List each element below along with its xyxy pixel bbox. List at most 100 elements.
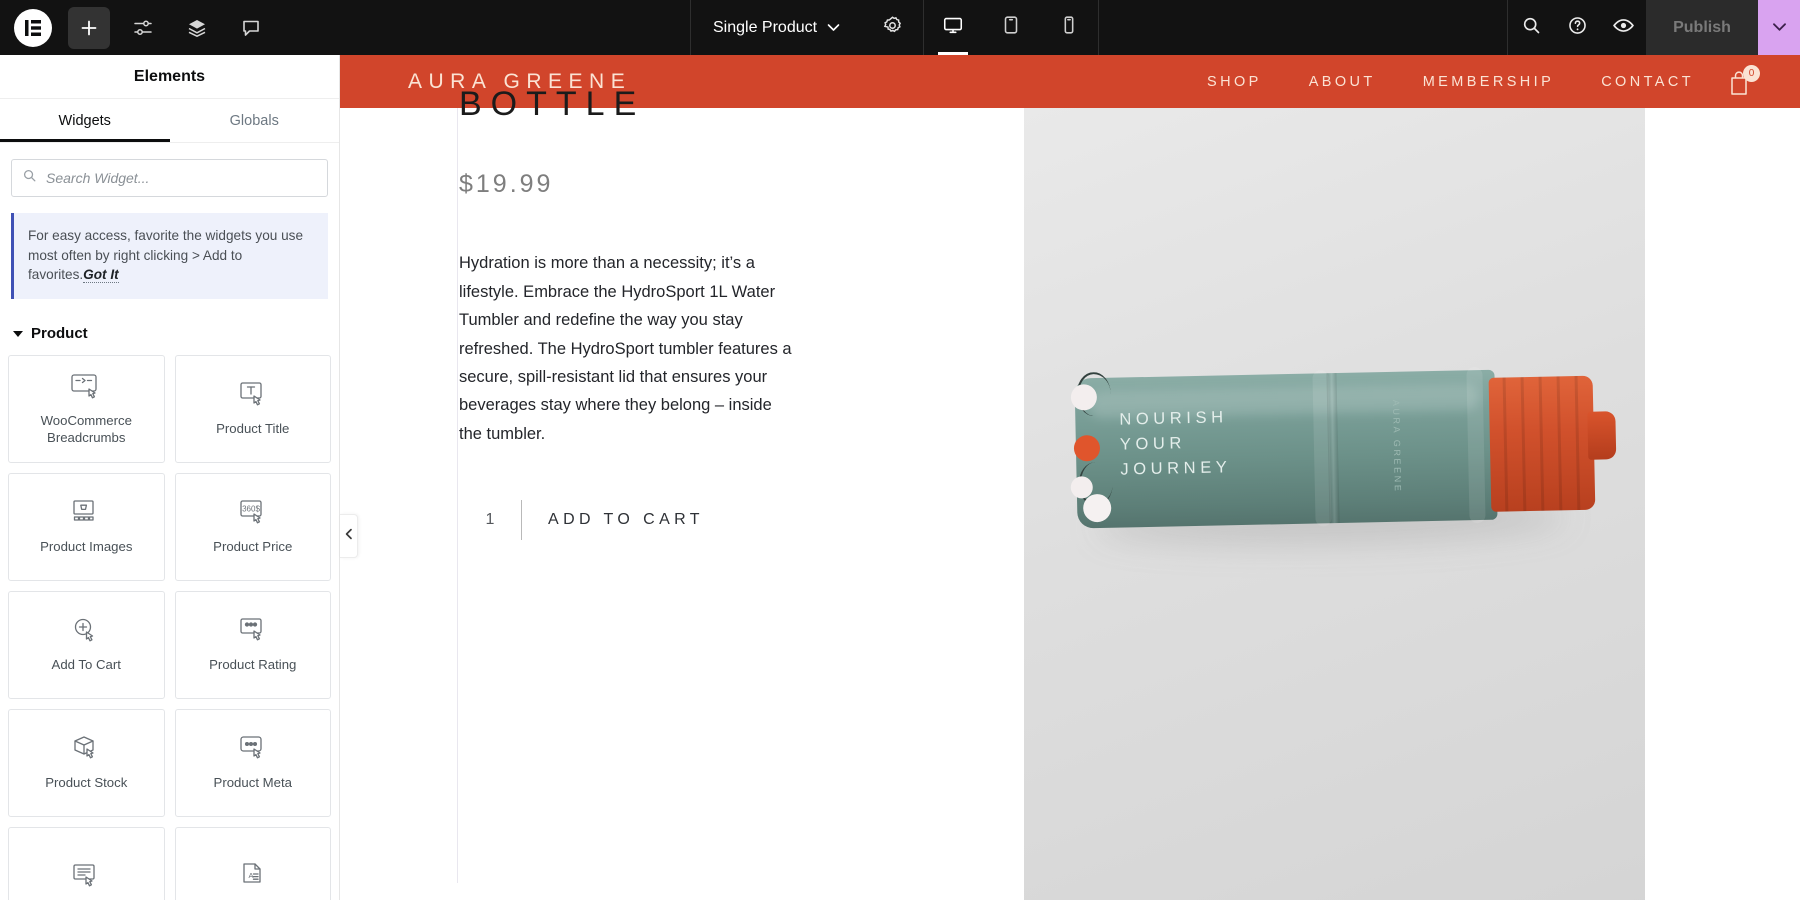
chevron-down-icon [1772,19,1787,37]
widget-grid: WooCommerce Breadcrumbs Product Title Pr… [8,355,331,900]
tablet-icon [1000,14,1022,41]
panel-tabs: Widgets Globals [0,99,339,143]
gear-icon [882,15,903,41]
sliders-icon[interactable] [122,7,164,49]
widget-card-label: Product Price [213,539,293,555]
device-mobile-button[interactable] [1040,0,1098,55]
widget-category-label: Product [31,325,88,343]
product-bottle-image: NOURISH YOUR JOURNEY AURA GREENE [1070,366,1617,549]
bottle-slogan-line-2: YOUR [1119,434,1187,454]
publish-button[interactable]: Publish [1646,0,1758,55]
nav-link-contact[interactable]: CONTACT [1601,74,1694,90]
bottle-cap-rib [1556,376,1563,511]
quantity-input[interactable]: 1 [459,511,521,529]
product-stock-widget-icon [69,734,103,764]
tab-globals[interactable]: Globals [170,99,340,142]
tab-widgets[interactable]: Widgets [0,99,170,142]
add-element-button[interactable] [68,6,110,49]
panel-header: Elements [0,55,339,99]
layers-icon[interactable] [176,7,218,49]
breadcrumbs-widget-icon [69,372,103,402]
device-tablet-button[interactable] [982,0,1040,55]
search-widget-box[interactable] [11,159,328,197]
widget-card-product-rating[interactable]: Product Rating [174,591,331,700]
bottle-dot-orange [1073,434,1101,462]
tab-widgets-label: Widgets [58,112,111,129]
bottle-slogan: NOURISH YOUR JOURNEY [1119,405,1232,483]
widget-card-woocommerce-breadcrumbs[interactable]: WooCommerce Breadcrumbs [8,355,165,464]
svg-text:A: A [248,871,253,880]
widget-card-product-meta[interactable]: Product Meta [174,709,331,818]
nav-link-membership[interactable]: MEMBERSHIP [1423,74,1555,90]
bottle-body: NOURISH YOUR JOURNEY AURA GREENE [1070,366,1498,529]
finder-search-button[interactable] [1508,0,1554,55]
editor-canvas: AURA GREENE SHOP ABOUT MEMBERSHIP CONTAC… [340,55,1800,900]
document-type-selector[interactable]: Single Product [691,0,862,55]
shopping-bag-icon [1726,71,1752,101]
nav-link-shop[interactable]: SHOP [1207,74,1262,90]
product-image-panel[interactable]: NOURISH YOUR JOURNEY AURA GREENE [1024,108,1645,900]
caret-down-icon [13,330,23,337]
bottle-slogan-line-3: JOURNEY [1120,458,1232,479]
chevron-down-icon [827,19,840,37]
widget-card-label: Product Rating [209,657,297,673]
document-type-label: Single Product [713,18,818,36]
widget-card-label: Add To Cart [51,657,121,673]
add-to-cart-row: 1 ADD TO CART [459,500,875,541]
panel-collapse-button[interactable] [340,514,358,558]
bottle-brand-text: AURA GREENE [1391,399,1403,494]
bottle-cap-rib [1574,375,1581,511]
widget-card-label: Product Stock [45,775,128,791]
elements-panel: Elements Widgets Globals For easy access… [0,55,340,900]
device-mode-group [924,0,1098,55]
widget-category-product[interactable]: Product [0,325,339,342]
cart-button[interactable]: 0 [1726,65,1760,101]
help-button[interactable] [1554,0,1600,55]
product-title-widget-icon [236,380,270,410]
toolbar-left-group [0,0,278,55]
bottle-cap-rib [1538,376,1545,511]
product-rating-widget-icon [236,616,270,646]
widget-card-label: Product Images [40,539,133,555]
search-row [0,143,339,197]
panel-title: Elements [133,67,206,85]
widget-card-short-description[interactable] [8,827,165,900]
mobile-icon [1058,14,1080,41]
product-price: $19.99 [459,170,554,199]
widget-card-product-price[interactable]: 360$ Product Price [174,473,331,582]
widget-card-product-images[interactable]: Product Images [8,473,165,582]
widget-card-product-stock[interactable]: Product Stock [8,709,165,818]
bottle-cap-rib [1520,377,1527,512]
svg-text:360$: 360$ [242,505,260,514]
eye-icon [1612,14,1635,42]
add-to-cart-button[interactable]: ADD TO CART [548,501,704,539]
preview-changes-button[interactable] [1600,0,1646,55]
add-to-cart-widget-icon [69,616,103,646]
widget-card-product-content[interactable]: A [174,827,331,900]
favorites-notice: For easy access, favorite the widgets yo… [11,213,328,300]
product-details-column: BOTTLE $19.99 Hydration is more than a n… [457,85,875,883]
product-title: BOTTLE [459,85,646,123]
device-desktop-button[interactable] [924,0,982,55]
page-settings-button[interactable] [862,0,923,55]
widget-card-product-title[interactable]: Product Title [174,355,331,464]
elementor-logo-icon[interactable] [14,8,52,47]
product-price-widget-icon: 360$ [236,498,270,528]
publish-options-dropdown[interactable] [1758,0,1800,55]
got-it-link[interactable]: Got It [83,267,119,284]
nav-link-about[interactable]: ABOUT [1309,74,1376,90]
favorites-notice-text: For easy access, favorite the widgets yo… [28,228,304,283]
chevron-left-icon [345,527,353,545]
search-input[interactable] [46,170,317,186]
widget-card-add-to-cart[interactable]: Add To Cart [8,591,165,700]
bottle-slogan-line-1: NOURISH [1119,408,1228,429]
toolbar-right-group: Publish [1507,0,1800,55]
quantity-divider [521,500,522,541]
cart-count-badge: 0 [1743,65,1760,82]
search-icon [22,168,37,188]
product-meta-widget-icon [236,734,270,764]
comment-bubble-icon[interactable] [230,7,272,49]
search-icon [1521,15,1542,41]
widget-card-label: Product Title [216,421,290,437]
toolbar-center-group: Single Product [690,0,1100,55]
